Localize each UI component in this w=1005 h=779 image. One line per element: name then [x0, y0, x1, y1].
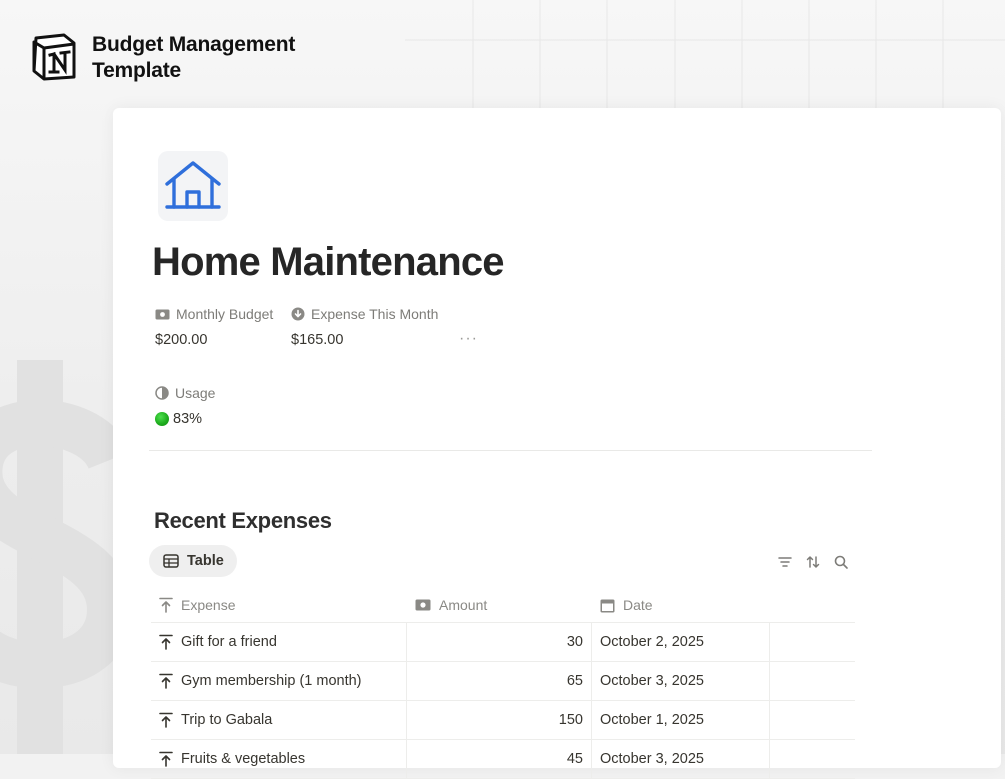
brand-header: Budget Management Template: [30, 32, 332, 84]
column-header-amount[interactable]: Amount: [407, 588, 592, 622]
expense-this-month-label: Expense This Month: [311, 306, 439, 322]
column-label: Date: [623, 597, 653, 613]
usage-value-wrap[interactable]: 83%: [155, 411, 215, 427]
empty-cell: [770, 701, 855, 739]
status-dot-icon: [155, 412, 169, 426]
expense-name: Trip to Gabala: [181, 712, 273, 728]
date-cell[interactable]: October 2, 2025: [592, 623, 770, 661]
empty-cell: [770, 623, 855, 661]
amount-cell[interactable]: 45: [407, 740, 592, 778]
title-arrow-icon: [159, 634, 173, 650]
background-grid: [405, 0, 1005, 110]
brand-title-line1: Budget Management: [92, 33, 296, 56]
monthly-budget-value[interactable]: $200.00: [155, 332, 273, 348]
usage-value: 83%: [173, 411, 203, 427]
filter-icon[interactable]: [777, 554, 793, 570]
view-tab-label: Table: [187, 553, 224, 569]
title-arrow-icon: [159, 597, 173, 613]
brand-title-line2: Template: [92, 59, 182, 82]
title-arrow-icon: [159, 673, 173, 689]
formula-icon: [155, 386, 169, 400]
title-arrow-icon: [159, 751, 173, 767]
usage-label: Usage: [175, 385, 216, 401]
page-icon[interactable]: [158, 151, 228, 221]
property-usage[interactable]: Usage 83%: [155, 384, 215, 427]
column-header-date[interactable]: Date: [592, 588, 770, 622]
expense-cell[interactable]: Trip to Gabala: [151, 701, 407, 739]
expense-name: Gift for a friend: [181, 634, 277, 650]
section-title: Recent Expenses: [154, 508, 332, 533]
expense-cell[interactable]: Gift for a friend: [151, 623, 407, 661]
date-cell[interactable]: October 3, 2025: [592, 740, 770, 778]
table-row[interactable]: Gift for a friend 30 October 2, 2025: [151, 623, 855, 662]
property-label: Monthly Budget: [155, 305, 273, 323]
notion-logo-icon: [32, 33, 76, 81]
expense-cell[interactable]: Gym membership (1 month): [151, 662, 407, 700]
expense-name: Fruits & vegetables: [181, 751, 306, 767]
divider: [149, 450, 872, 451]
view-tools: [777, 554, 849, 570]
column-label: Expense: [181, 597, 236, 613]
view-tab-table[interactable]: Table: [149, 545, 237, 577]
table-header-row: Expense Amount Date: [151, 588, 855, 623]
amount-cell[interactable]: 65: [407, 662, 592, 700]
more-properties-button[interactable]: ···: [459, 330, 478, 348]
rollup-icon: [291, 307, 305, 321]
date-cell[interactable]: October 3, 2025: [592, 662, 770, 700]
empty-cell: [770, 740, 855, 778]
sort-icon[interactable]: [805, 554, 821, 570]
search-icon[interactable]: [833, 554, 849, 570]
expenses-table: Expense Amount Date Gift for a friend 30…: [151, 588, 855, 779]
amount-cell[interactable]: 150: [407, 701, 592, 739]
table-row[interactable]: Gym membership (1 month) 65 October 3, 2…: [151, 662, 855, 701]
title-arrow-icon: [159, 712, 173, 728]
property-monthly-budget[interactable]: Monthly Budget $200.00: [155, 305, 273, 348]
money-icon: [415, 599, 431, 611]
table-icon: [163, 554, 179, 568]
brand-title: Budget Management Template: [92, 32, 332, 84]
calendar-icon: [600, 599, 615, 612]
property-expense-this-month[interactable]: Expense This Month $165.00: [291, 305, 438, 348]
column-header-expense[interactable]: Expense: [151, 588, 407, 622]
expense-cell[interactable]: Fruits & vegetables: [151, 740, 407, 778]
amount-cell[interactable]: 30: [407, 623, 592, 661]
page-card: Home Maintenance Monthly Budget $200.00 …: [113, 108, 1001, 779]
expense-name: Gym membership (1 month): [181, 673, 362, 689]
house-icon: [165, 161, 221, 209]
property-label: Expense This Month: [291, 305, 438, 323]
money-icon: [155, 309, 170, 319]
column-label: Amount: [439, 597, 488, 613]
page-title: Home Maintenance: [152, 240, 505, 284]
table-row[interactable]: Trip to Gabala 150 October 1, 2025: [151, 701, 855, 740]
column-header-spacer: [770, 588, 855, 622]
expense-this-month-value[interactable]: $165.00: [291, 332, 438, 348]
table-row[interactable]: Fruits & vegetables 45 October 3, 2025: [151, 740, 855, 779]
date-cell[interactable]: October 1, 2025: [592, 701, 770, 739]
empty-cell: [770, 662, 855, 700]
monthly-budget-label: Monthly Budget: [176, 306, 274, 322]
property-label: Usage: [155, 384, 215, 402]
